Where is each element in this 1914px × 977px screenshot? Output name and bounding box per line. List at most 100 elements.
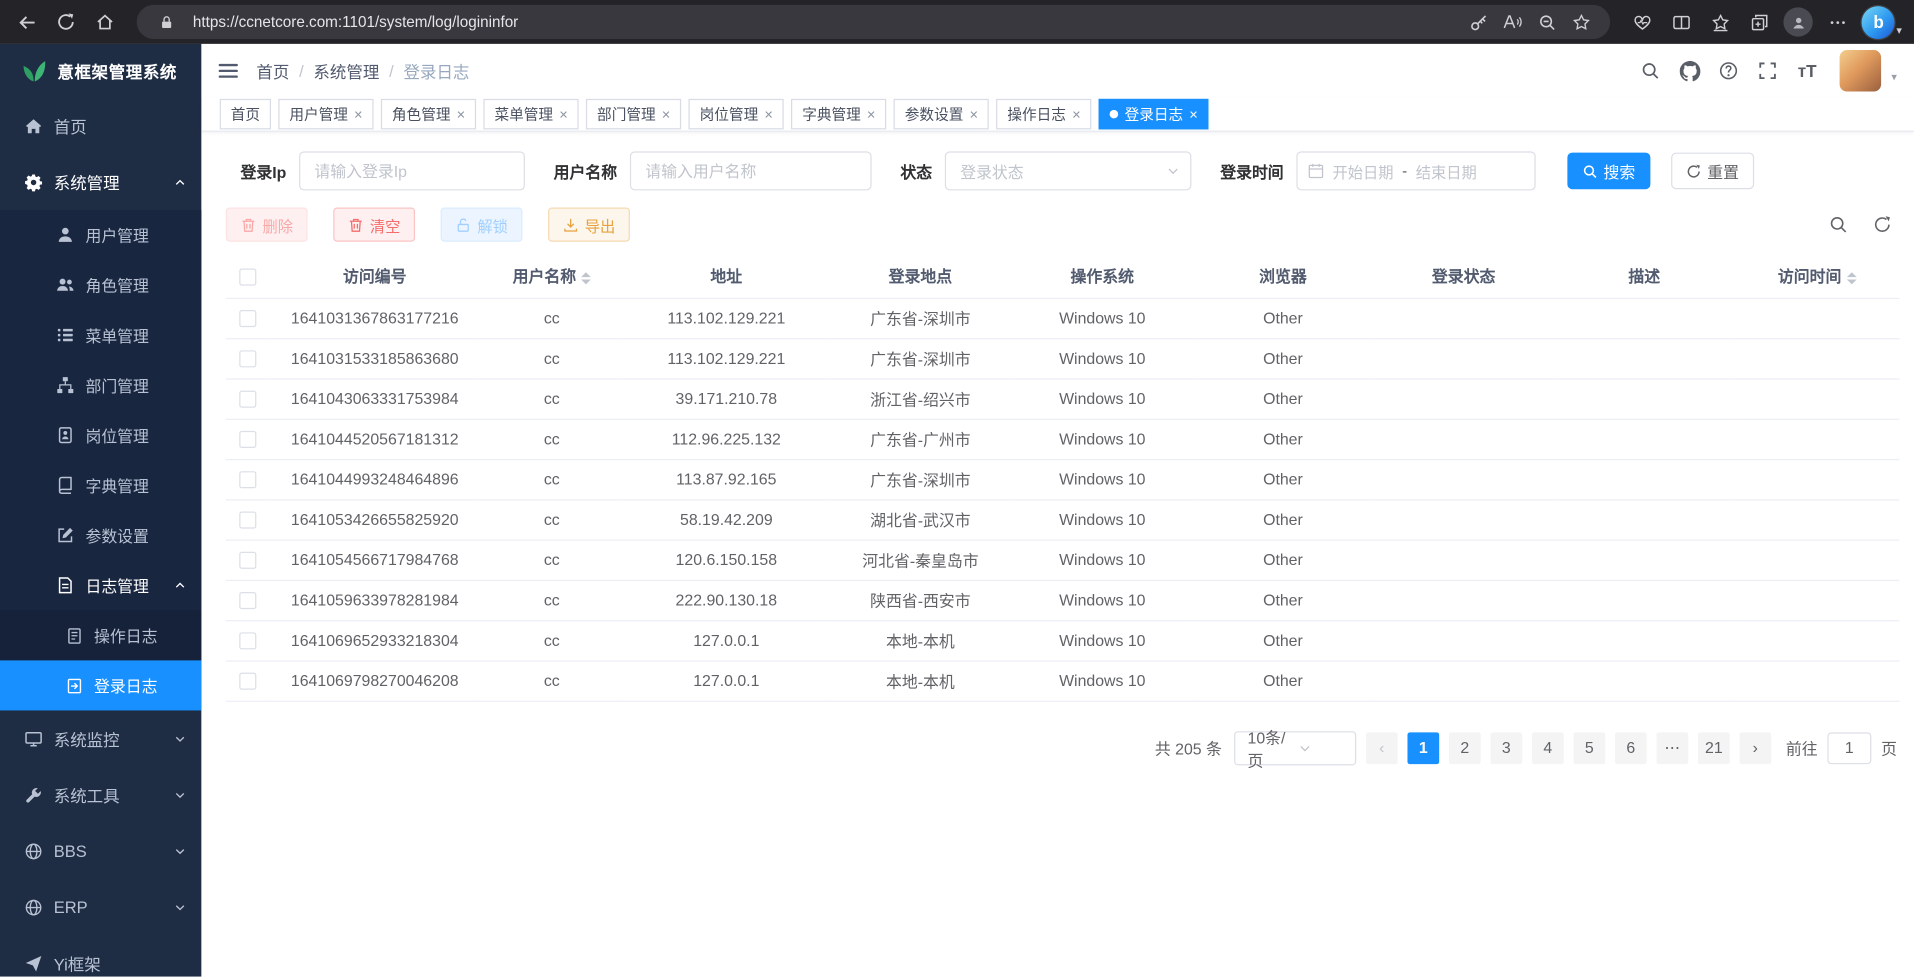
date-range-picker[interactable]: 开始日期 - 结束日期 bbox=[1296, 151, 1535, 190]
close-icon[interactable]: × bbox=[354, 107, 363, 122]
tab-dictionary-management[interactable]: 字典管理× bbox=[791, 99, 886, 130]
row-checkbox[interactable] bbox=[239, 552, 256, 569]
row-checkbox[interactable] bbox=[239, 472, 256, 489]
clear-button[interactable]: 清空 bbox=[333, 208, 415, 242]
tab-login-log[interactable]: 登录日志× bbox=[1099, 99, 1209, 130]
ip-input[interactable] bbox=[299, 151, 525, 190]
font-size-icon[interactable]: тT bbox=[1791, 55, 1823, 87]
column-header-user[interactable]: 用户名称 bbox=[480, 254, 624, 298]
close-icon[interactable]: × bbox=[1072, 107, 1081, 122]
page-button-4[interactable]: 4 bbox=[1532, 732, 1564, 764]
refresh-table-icon[interactable] bbox=[1870, 212, 1894, 236]
avatar-caret-icon[interactable]: ▾ bbox=[1891, 71, 1897, 84]
add-favorite-star-icon[interactable] bbox=[1564, 4, 1598, 41]
sidebar-item-menu-management[interactable]: 菜单管理 bbox=[0, 310, 201, 360]
refresh-icon[interactable] bbox=[46, 4, 85, 41]
close-icon[interactable]: × bbox=[764, 107, 773, 122]
row-checkbox[interactable] bbox=[239, 351, 256, 368]
page-button-1[interactable]: 1 bbox=[1407, 732, 1439, 764]
row-checkbox[interactable] bbox=[239, 512, 256, 529]
read-aloud-icon[interactable] bbox=[1496, 4, 1530, 41]
sidebar-item-erp[interactable]: ERP bbox=[0, 879, 201, 935]
column-header-time[interactable]: 访问时间 bbox=[1735, 254, 1900, 298]
fullscreen-icon[interactable] bbox=[1752, 55, 1784, 87]
sidebar-item-bbs[interactable]: BBS bbox=[0, 823, 201, 879]
page-button-21[interactable]: 21 bbox=[1698, 732, 1730, 764]
sidebar-item-user-management[interactable]: 用户管理 bbox=[0, 210, 201, 260]
sidebar-item-post-management[interactable]: 岗位管理 bbox=[0, 410, 201, 460]
sidebar-item-log-management[interactable]: 日志管理 bbox=[0, 560, 201, 610]
tab-menu-management[interactable]: 菜单管理× bbox=[483, 99, 578, 130]
close-icon[interactable]: × bbox=[559, 107, 568, 122]
row-checkbox[interactable] bbox=[239, 391, 256, 408]
toggle-search-icon[interactable] bbox=[1826, 212, 1850, 236]
sidebar-item-login-log[interactable]: 登录日志 bbox=[0, 660, 201, 710]
tab-department-management[interactable]: 部门管理× bbox=[586, 99, 681, 130]
browser-profile-avatar[interactable] bbox=[1779, 4, 1818, 41]
favorites-bar-icon[interactable] bbox=[1701, 4, 1740, 41]
sidebar-item-department-management[interactable]: 部门管理 bbox=[0, 360, 201, 410]
row-checkbox[interactable] bbox=[239, 431, 256, 448]
search-icon[interactable] bbox=[1635, 55, 1667, 87]
breadcrumb-system-management[interactable]: 系统管理 bbox=[313, 59, 379, 83]
close-icon[interactable]: × bbox=[662, 107, 671, 122]
close-icon[interactable]: × bbox=[970, 107, 979, 122]
status-select[interactable]: 登录状态 bbox=[944, 151, 1191, 190]
page-button-2[interactable]: 2 bbox=[1449, 732, 1481, 764]
row-checkbox[interactable] bbox=[239, 592, 256, 609]
row-checkbox[interactable] bbox=[239, 673, 256, 690]
page-button-3[interactable]: 3 bbox=[1490, 732, 1522, 764]
row-checkbox[interactable] bbox=[239, 633, 256, 650]
sidebar-caret-icon[interactable]: ▾ bbox=[1896, 24, 1902, 37]
username-input[interactable] bbox=[629, 151, 871, 190]
help-icon[interactable] bbox=[1713, 55, 1745, 87]
browser-essentials-icon[interactable] bbox=[1623, 4, 1662, 41]
page-button-5[interactable]: 5 bbox=[1573, 732, 1605, 764]
collapse-sidebar-icon[interactable] bbox=[217, 60, 239, 82]
sidebar-item-system-management[interactable]: 系统管理 bbox=[0, 154, 201, 210]
site-info-lock-icon[interactable] bbox=[149, 4, 183, 41]
close-icon[interactable]: × bbox=[1189, 107, 1198, 122]
zoom-out-icon[interactable] bbox=[1530, 4, 1564, 41]
sidebar-item-home[interactable]: 首页 bbox=[0, 98, 201, 154]
sidebar-item-system-monitoring[interactable]: 系统监控 bbox=[0, 710, 201, 766]
tab-parameter-settings[interactable]: 参数设置× bbox=[894, 99, 989, 130]
select-all-checkbox[interactable] bbox=[239, 268, 256, 285]
github-icon[interactable] bbox=[1674, 55, 1706, 87]
page-size-select[interactable]: 10条/页 bbox=[1234, 731, 1356, 765]
sidebar-item-yi-framework[interactable]: Yi框架 bbox=[0, 935, 201, 977]
tab-post-management[interactable]: 岗位管理× bbox=[689, 99, 784, 130]
split-screen-icon[interactable] bbox=[1662, 4, 1701, 41]
sidebar-item-role-management[interactable]: 角色管理 bbox=[0, 260, 201, 310]
close-icon[interactable]: × bbox=[867, 107, 876, 122]
search-button[interactable]: 搜索 bbox=[1567, 153, 1650, 190]
reset-button[interactable]: 重置 bbox=[1671, 153, 1754, 190]
page-button-6[interactable]: 6 bbox=[1615, 732, 1647, 764]
sort-icon[interactable] bbox=[581, 272, 591, 284]
tab-user-management[interactable]: 用户管理× bbox=[278, 99, 373, 130]
unlock-button[interactable]: 解锁 bbox=[441, 208, 523, 242]
prev-page-button[interactable]: ‹ bbox=[1366, 732, 1398, 764]
collections-icon[interactable] bbox=[1740, 4, 1779, 41]
row-checkbox[interactable] bbox=[239, 310, 256, 327]
password-key-icon[interactable] bbox=[1462, 4, 1496, 41]
address-bar[interactable]: https://ccnetcore.com:1101/system/log/lo… bbox=[137, 5, 1611, 39]
export-button[interactable]: 导出 bbox=[548, 208, 630, 242]
sidebar-item-parameter-settings[interactable]: 参数设置 bbox=[0, 510, 201, 560]
close-icon[interactable]: × bbox=[457, 107, 466, 122]
sort-icon[interactable] bbox=[1846, 272, 1856, 284]
goto-page-input[interactable] bbox=[1827, 732, 1871, 764]
url-text[interactable]: https://ccnetcore.com:1101/system/log/lo… bbox=[193, 13, 1462, 30]
tab-operation-log[interactable]: 操作日志× bbox=[996, 99, 1091, 130]
tab-home[interactable]: 首页 bbox=[220, 99, 271, 130]
sidebar-item-dictionary-management[interactable]: 字典管理 bbox=[0, 460, 201, 510]
browser-menu-icon[interactable] bbox=[1818, 4, 1857, 41]
tab-role-management[interactable]: 角色管理× bbox=[381, 99, 476, 130]
user-avatar[interactable] bbox=[1840, 50, 1882, 92]
home-icon[interactable] bbox=[85, 4, 124, 41]
delete-button[interactable]: 删除 bbox=[226, 208, 308, 242]
more-pages-button[interactable]: ⋯ bbox=[1656, 732, 1688, 764]
bing-copilot-icon[interactable]: b bbox=[1862, 5, 1895, 38]
sidebar-item-system-tools[interactable]: 系统工具 bbox=[0, 767, 201, 823]
breadcrumb-home[interactable]: 首页 bbox=[256, 59, 289, 83]
